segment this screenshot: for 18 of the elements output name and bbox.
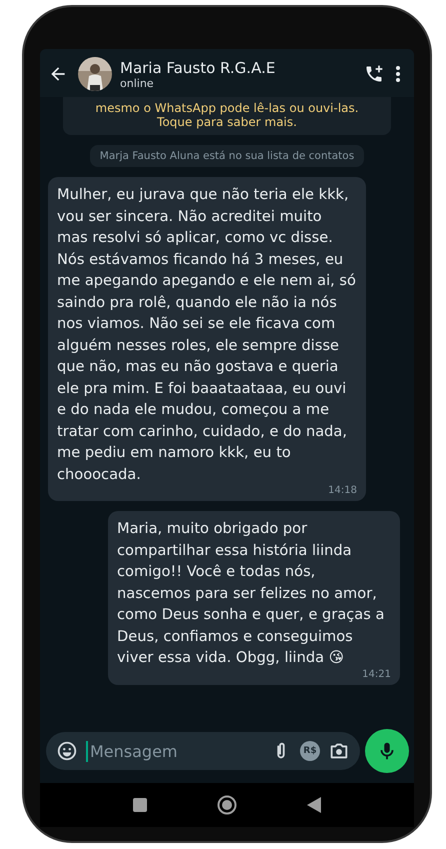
back-icon[interactable]: [307, 797, 321, 813]
phone-plus-icon: [364, 64, 384, 84]
message-text: Maria, muito obrigado por compartilhar essa história liinda comigo!! Você e todas nós, nascemos para ser felizes no amor, como Deus sonha e quer, e graças a Deus, confiamos e conseguimos viver essa vida. Obgg, liinda 😘: [117, 519, 386, 668]
message-text: Mulher, eu jurava que não teria ele kkk, vou ser sincera. Não acreditei muito mas resolvi só aplicar, como vc disse. Nós estávamos ficando há 3 meses, eu me apegando apegando e ele nem ai, só saindo pra rolê, quando ele não ia nós nos viamos. Não sei se ele ficava com alguém nesses roles, ele sempre disse que não, mas eu não gostava e queria ele pra mim. E foi baaataataaa, eu ouvi e do nada ele mudou, começou a me tratar com carinho, cuidado, e do nada, me pediu em namoro kkk, eu to chooocada.: [57, 185, 357, 484]
message-field[interactable]: Mensagem: [86, 740, 262, 762]
contact-notice: Marja Fausto Aluna está no sua lista de contatos: [90, 145, 364, 167]
contact-name: Maria Fausto R.G.A.E: [120, 58, 276, 76]
message-time: 14:18: [328, 485, 357, 496]
home-icon[interactable]: [217, 795, 237, 815]
payment-icon[interactable]: R$: [300, 741, 320, 761]
microphone-button[interactable]: [365, 729, 409, 773]
emoji-icon: [56, 740, 78, 762]
contact-status: online: [120, 76, 155, 90]
more-options-icon: [396, 66, 400, 82]
message-composer[interactable]: Mensagem R$: [46, 732, 360, 770]
menu-button[interactable]: [394, 64, 402, 84]
encryption-notice[interactable]: mesmo o WhatsApp pode lê-las ou ouvi-las. Toque para saber mais.: [63, 97, 391, 135]
message-time: 14:21: [362, 668, 391, 680]
